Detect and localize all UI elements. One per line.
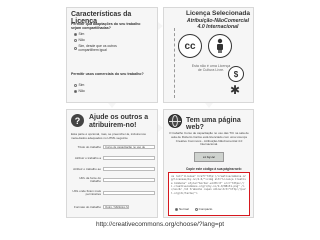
panel-description: O trabalho Curso de capacitação no uso d… — [169, 131, 249, 147]
attribute-url-input[interactable] — [103, 167, 155, 171]
question-commercial: Permitir usos comerciais do seu trabalho… — [71, 72, 144, 76]
license-badge: cc by-nc — [194, 152, 224, 162]
radio-icon[interactable] — [175, 207, 178, 211]
question-adaptations: Permitir que adaptações do seu trabalho … — [71, 22, 141, 30]
embed-code-box[interactable]: <a rel="license" href="http://creativeco… — [168, 172, 250, 216]
divider — [164, 28, 175, 98]
option-yes-commercial[interactable]: Sim — [74, 83, 84, 87]
option-normal[interactable]: Normal — [175, 207, 189, 211]
nc-icon: $ — [228, 66, 244, 82]
selected-license-panel: Licença Selecionada Atribuição-NãoComerc… — [163, 7, 254, 103]
attribution-help-panel: ? Ajude os outros a atribuirem-no! Esta … — [66, 109, 158, 218]
form-row: URL da fonte do trabalho — [71, 177, 155, 183]
flow-arrow-icon — [205, 103, 213, 108]
option-sharealike[interactable]: Sim, desde que os outros compartilhem ig… — [74, 44, 134, 52]
cc-icon: cc — [178, 34, 202, 58]
radio-icon[interactable] — [74, 38, 77, 42]
option-yes-adapt[interactable]: Sim — [74, 32, 84, 36]
radio-icon[interactable] — [74, 32, 77, 36]
work-title-input[interactable]: Curso de capacitação no uso de — [103, 145, 155, 149]
question-mark-icon: ? — [71, 114, 84, 127]
form-row: Atribuir o trabalho a — [71, 155, 155, 161]
flow-arrow-icon — [108, 103, 116, 108]
attribute-name-input[interactable] — [103, 156, 155, 160]
panel-title: Ajude os outros a — [89, 114, 149, 121]
panel-title: Licença Selecionada — [186, 10, 250, 17]
radio-icon[interactable] — [194, 207, 198, 211]
embed-label: Copie este código à sua página web: — [186, 167, 242, 171]
free-culture-note: Esta não é uma Licença de Cultura Livre. — [191, 64, 231, 73]
free-culture-star-icon: ✱ — [230, 83, 241, 97]
website-embed-panel: Tem uma página web? O trabalho Curso de … — [163, 109, 254, 218]
slide-page: Características da Licença Permitir que … — [0, 0, 320, 240]
radio-icon[interactable] — [74, 83, 77, 87]
panel-title: Tem uma página web? — [186, 117, 241, 132]
form-row: URL onde ficam mais permissões — [71, 190, 155, 196]
panel-description: Esta parte é opcional, mas, se preencher… — [71, 132, 146, 140]
option-compact[interactable]: Compacto — [194, 207, 212, 211]
by-person-icon — [208, 34, 232, 58]
embed-code-text[interactable]: <a rel="license" href="http://creativeco… — [171, 175, 247, 195]
panel-subtitle: atribuirem-no! — [89, 122, 137, 129]
form-row: Formato do trabalho Outro / Múltiplos fo… — [73, 204, 129, 209]
form-row: Título do trabalho Curso de capacitação … — [71, 144, 155, 150]
radio-icon[interactable] — [74, 46, 77, 50]
source-url: http://creativecommons.org/choose/?lang=… — [95, 221, 225, 228]
source-url-input[interactable] — [103, 178, 155, 182]
option-no-adapt[interactable]: Não — [74, 38, 85, 42]
more-permissions-input[interactable] — [103, 191, 155, 195]
radio-icon[interactable] — [74, 89, 77, 93]
license-name: Atribuição-NãoComercial 4.0 Internaciona… — [186, 18, 250, 30]
work-format-select[interactable]: Outro / Múltiplos forma — [103, 205, 129, 209]
globe-icon — [168, 114, 182, 128]
license-features-panel: Características da Licença Permitir que … — [66, 7, 158, 103]
form-row: Atribuir o trabalho ao — [71, 166, 155, 172]
embed-options: Normal Compacto — [175, 207, 212, 211]
option-no-commercial[interactable]: Não — [74, 89, 85, 93]
